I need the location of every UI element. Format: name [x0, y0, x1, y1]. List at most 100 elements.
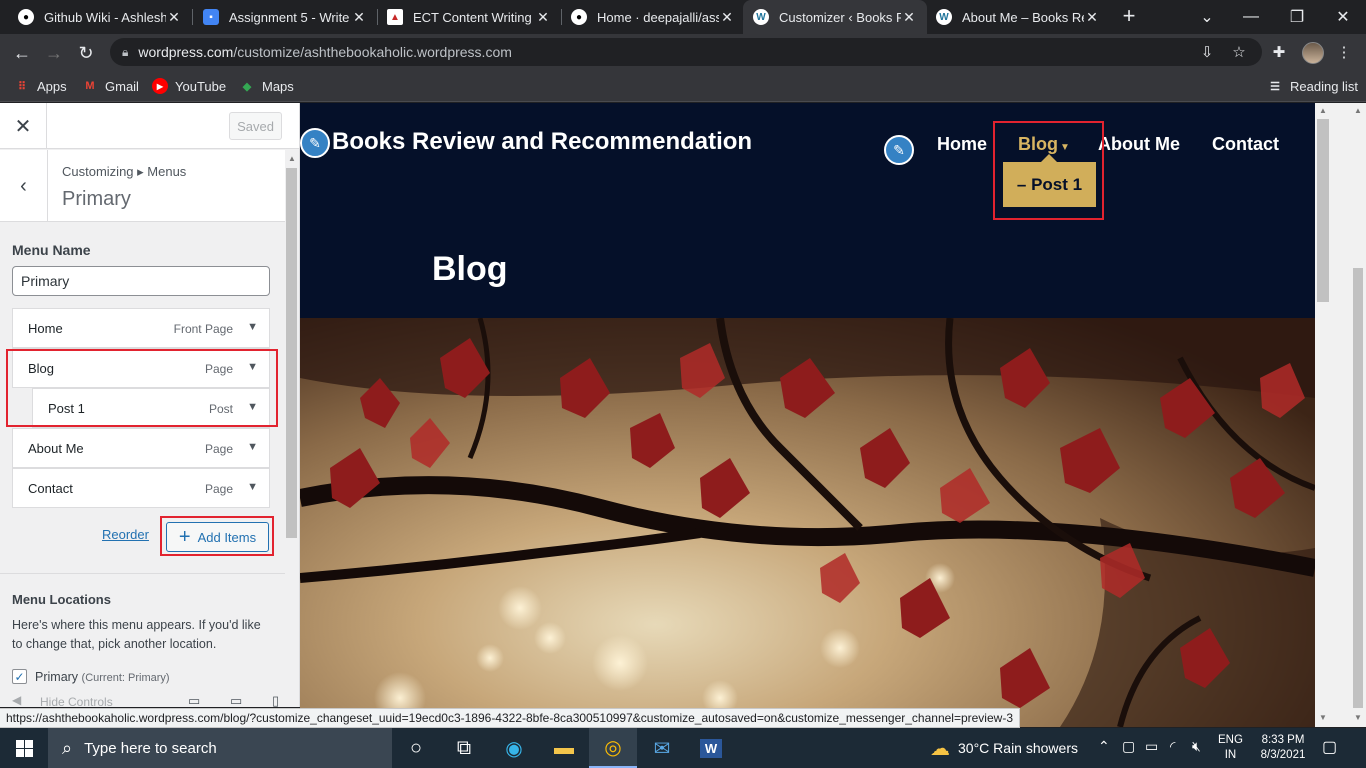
- menu-name-input[interactable]: [12, 266, 270, 296]
- volume-muted-icon[interactable]: 🔇︎: [1192, 738, 1201, 755]
- nav-contact[interactable]: Contact: [1212, 134, 1279, 155]
- maximize-icon[interactable]: ❐: [1274, 0, 1320, 34]
- file-explorer-icon[interactable]: ▬: [540, 728, 588, 768]
- customizer-sidebar: ✕ Saved ‹ Customizing ▸ Menus Primary ▲▼…: [0, 103, 300, 707]
- taskbar-search-box[interactable]: ⌕ Type here to search: [48, 728, 392, 768]
- wordpress-icon: W: [753, 9, 769, 25]
- bookmark-label: Maps: [262, 78, 294, 94]
- reading-list[interactable]: ☰ Reading list: [1267, 77, 1358, 95]
- site-title[interactable]: Books Review and Recommendation: [332, 128, 752, 156]
- reload-icon[interactable]: ↻: [73, 40, 99, 66]
- tab-ect[interactable]: ▲ ECT Content Writing C ✕: [377, 0, 561, 34]
- hide-controls-button[interactable]: Hide Controls: [40, 695, 113, 707]
- mail-icon[interactable]: ✉: [638, 728, 686, 768]
- tab-title: Customizer ‹ Books Re: [779, 9, 901, 25]
- tab-search-icon[interactable]: ⌄: [1184, 0, 1230, 34]
- minimize-icon[interactable]: —: [1228, 0, 1274, 34]
- notifications-icon[interactable]: ▢: [1322, 737, 1342, 757]
- tray-chevron-icon[interactable]: ⌃: [1098, 738, 1110, 755]
- profile-avatar[interactable]: [1302, 42, 1324, 64]
- nav-home[interactable]: Home: [937, 134, 987, 155]
- close-tab-icon[interactable]: ✕: [166, 9, 182, 26]
- reorder-link[interactable]: Reorder: [102, 527, 149, 542]
- battery-icon[interactable]: ▭: [1145, 738, 1158, 755]
- tab-assignment[interactable]: ▪ Assignment 5 - Write a ✕: [193, 0, 377, 34]
- breadcrumb: Customizing ▸ Menus: [62, 164, 187, 179]
- preview-outer-scrollbar[interactable]: ▲ ▼: [1350, 103, 1366, 727]
- cortana-icon[interactable]: ○: [392, 728, 440, 768]
- add-items-label: Add Items: [197, 529, 257, 545]
- device-icon[interactable]: ▢: [1122, 738, 1135, 755]
- site-header: ✎ Books Review and Recommendation ✎ Home…: [300, 103, 1315, 318]
- bookmark-star-icon[interactable]: ☆: [1229, 42, 1249, 62]
- extensions-icon[interactable]: ✚: [1269, 42, 1289, 62]
- tab-customizer[interactable]: W Customizer ‹ Books Re ✕: [743, 0, 927, 34]
- tab-title: Home · deepajalli/assi: [597, 9, 719, 25]
- install-icon[interactable]: ⇩: [1197, 42, 1217, 62]
- edge-icon[interactable]: ◉: [490, 728, 538, 768]
- clock-date: 8/3/2021: [1260, 749, 1306, 761]
- customizer-header: ✕ Saved: [0, 103, 299, 149]
- menu-item-contact[interactable]: Contact Page ▼: [12, 468, 270, 508]
- menu-item-home[interactable]: Home Front Page ▼: [12, 308, 270, 348]
- clock[interactable]: 8:33 PM 8/3/2021: [1256, 733, 1310, 763]
- windows-taskbar: ⌕ Type here to search ○ ⧉ ◉ ▬ ◎ ✉ W ☁ 30…: [0, 728, 1366, 768]
- edit-pencil-icon[interactable]: ✎: [884, 135, 914, 165]
- hide-controls-icon[interactable]: ◀: [12, 693, 21, 707]
- close-tab-icon[interactable]: ✕: [1084, 9, 1100, 26]
- site-preview: ✎ Books Review and Recommendation ✎ Home…: [300, 103, 1350, 727]
- menu-locations-description: Here's where this menu appears. If you'd…: [12, 618, 261, 651]
- task-view-icon[interactable]: ⧉: [440, 728, 488, 768]
- edit-pencil-icon[interactable]: ✎: [300, 128, 330, 158]
- tab-title: Github Wiki - Ashlesha: [44, 9, 166, 25]
- page-title: Blog: [432, 250, 508, 288]
- mobile-preview-icon[interactable]: ▯: [272, 693, 279, 707]
- add-items-button[interactable]: + Add Items: [166, 522, 269, 552]
- word-icon[interactable]: W: [687, 728, 735, 768]
- expand-arrow-icon[interactable]: ▼: [247, 481, 258, 493]
- tab-github-home[interactable]: ● Home · deepajalli/assi ✕: [561, 0, 745, 34]
- close-tab-icon[interactable]: ✕: [351, 9, 367, 26]
- tablet-preview-icon[interactable]: ▭: [230, 693, 242, 707]
- desktop-preview-icon[interactable]: ▭: [188, 693, 200, 707]
- expand-arrow-icon[interactable]: ▼: [247, 441, 258, 453]
- back-chevron-icon[interactable]: ‹: [0, 150, 48, 222]
- bookmark-apps[interactable]: ⠿ Apps: [14, 77, 67, 95]
- back-icon[interactable]: ←: [9, 40, 35, 66]
- tab-about-me[interactable]: W About Me – Books Rev ✕: [926, 0, 1110, 34]
- menu-item-title: About Me: [28, 441, 84, 456]
- wifi-icon[interactable]: ◜: [1170, 738, 1175, 755]
- bookmark-youtube[interactable]: ▶ YouTube: [152, 77, 226, 95]
- windows-start-icon[interactable]: [0, 728, 48, 768]
- nav-about-me[interactable]: About Me: [1098, 134, 1180, 155]
- close-window-icon[interactable]: ✕: [1320, 0, 1366, 34]
- menu-dots-icon[interactable]: ⋮: [1334, 42, 1354, 62]
- highlight-box: [6, 349, 278, 427]
- sidebar-scrollbar[interactable]: ▲▼: [285, 150, 299, 707]
- url-path: /customize/ashthebookaholic.wordpress.co…: [233, 44, 512, 60]
- saved-button[interactable]: Saved: [229, 112, 282, 140]
- menu-item-title: Home: [28, 321, 63, 336]
- menu-item-about-me[interactable]: About Me Page ▼: [12, 428, 270, 468]
- close-tab-icon[interactable]: ✕: [719, 9, 735, 26]
- bookmark-maps[interactable]: ◆ Maps: [239, 77, 294, 95]
- bookmark-gmail[interactable]: M Gmail: [82, 77, 139, 95]
- hero-image: [300, 318, 1315, 727]
- address-bar[interactable]: 🔒︎ wordpress.com/customize/ashthebookaho…: [110, 38, 1262, 66]
- reading-list-icon: ☰: [1270, 80, 1280, 93]
- forward-icon[interactable]: →: [41, 40, 67, 66]
- close-icon[interactable]: ✕: [0, 103, 47, 149]
- bookmark-label: YouTube: [175, 78, 227, 94]
- url-host: wordpress.com: [138, 44, 234, 60]
- highlight-box: [993, 121, 1104, 220]
- preview-inner-scrollbar[interactable]: ▲ ▼: [1315, 103, 1350, 727]
- primary-location-checkbox[interactable]: ✓: [12, 669, 27, 684]
- tab-github-wiki[interactable]: ● Github Wiki - Ashlesha ✕: [8, 0, 192, 34]
- chrome-icon[interactable]: ◎: [589, 728, 637, 768]
- language-indicator[interactable]: ENG IN: [1218, 733, 1243, 763]
- new-tab-icon[interactable]: +: [1118, 5, 1140, 28]
- close-tab-icon[interactable]: ✕: [901, 9, 917, 26]
- close-tab-icon[interactable]: ✕: [535, 9, 551, 26]
- expand-arrow-icon[interactable]: ▼: [247, 321, 258, 333]
- weather-widget[interactable]: ☁ 30°C Rain showers: [930, 728, 1078, 768]
